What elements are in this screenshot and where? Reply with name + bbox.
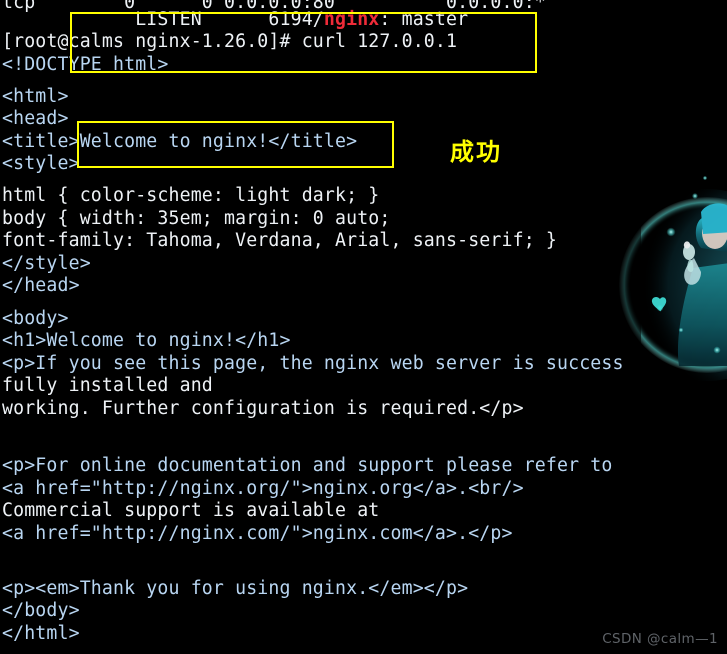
terminal-text-segment: html { color-scheme: light dark; } bbox=[2, 185, 380, 206]
terminal-line: <html> bbox=[2, 86, 69, 108]
terminal-text-segment: [root@calms nginx-1.26.0]# curl 127.0.0.… bbox=[2, 31, 458, 52]
terminal-text-segment: </html> bbox=[2, 623, 80, 644]
terminal-text-segment: </style> bbox=[2, 253, 91, 274]
terminal-line: [root@calms nginx-1.26.0]# curl 127.0.0.… bbox=[2, 31, 457, 53]
terminal-line: <style> bbox=[2, 153, 80, 175]
terminal-line: <p>If you see this page, the nginx web s… bbox=[2, 353, 624, 375]
terminal-text-segment: <p><em>Thank you for using nginx.</em></… bbox=[2, 578, 469, 599]
terminal-line: LISTEN 6194/nginx: master bbox=[2, 9, 468, 31]
terminal-line: working. Further configuration is requir… bbox=[2, 398, 524, 420]
terminal-text-segment: <a href="http://nginx.org/">nginx.org</a… bbox=[2, 478, 524, 499]
terminal-text-segment: </head> bbox=[2, 275, 80, 296]
terminal-text-segment: </body> bbox=[2, 600, 80, 621]
terminal-line: <p><em>Thank you for using nginx.</em></… bbox=[2, 578, 468, 600]
terminal-line: </html> bbox=[2, 623, 80, 645]
terminal-line: </head> bbox=[2, 275, 80, 297]
csdn-watermark: CSDN @calm—1 bbox=[602, 631, 718, 647]
terminal-line: font-family: Tahoma, Verdana, Arial, san… bbox=[2, 230, 557, 252]
terminal-line: </body> bbox=[2, 600, 80, 622]
terminal-text-segment: body { width: 35em; margin: 0 auto; bbox=[2, 208, 391, 229]
terminal-text-segment: <body> bbox=[2, 308, 69, 329]
terminal-line: fully installed and bbox=[2, 375, 213, 397]
terminal-text-segment: font-family: Tahoma, Verdana, Arial, san… bbox=[2, 230, 557, 251]
terminal-line: html { color-scheme: light dark; } bbox=[2, 185, 379, 207]
terminal-line: <a href="http://nginx.com/">nginx.com</a… bbox=[2, 523, 513, 545]
terminal-text-segment: <style> bbox=[2, 153, 80, 174]
terminal-text-segment: <h1>Welcome to nginx!</h1> bbox=[2, 330, 291, 351]
terminal-line: <title>Welcome to nginx!</title> bbox=[2, 131, 357, 153]
nginx-process-highlight: nginx bbox=[323, 9, 380, 30]
terminal-line: <a href="http://nginx.org/">nginx.org</a… bbox=[2, 478, 524, 500]
terminal-text-segment: <a href="http://nginx.com/">nginx.com</a… bbox=[2, 523, 513, 544]
terminal-line: body { width: 35em; margin: 0 auto; bbox=[2, 208, 391, 230]
terminal-output[interactable]: tcp 0 0 0.0.0.0:80 0.0.0.0:* LISTEN 6194… bbox=[0, 0, 727, 654]
terminal-text-segment: LISTEN 6194/ bbox=[2, 9, 324, 30]
terminal-line: <head> bbox=[2, 108, 69, 130]
terminal-text-segment: <html> bbox=[2, 86, 69, 107]
terminal-line: Commercial support is available at bbox=[2, 500, 379, 522]
terminal-text-segment: fully installed and bbox=[2, 375, 213, 396]
terminal-text-segment: <title>Welcome to nginx!</title> bbox=[2, 131, 358, 152]
terminal-line: <h1>Welcome to nginx!</h1> bbox=[2, 330, 291, 352]
terminal-window: tcp 0 0 0.0.0.0:80 0.0.0.0:* LISTEN 6194… bbox=[0, 0, 727, 654]
terminal-text-segment: <head> bbox=[2, 108, 69, 129]
terminal-text-segment: <p>For online documentation and support … bbox=[2, 455, 613, 476]
terminal-line: </style> bbox=[2, 253, 91, 275]
annotation-label-success: 成功 bbox=[450, 138, 502, 166]
terminal-text-segment: working. Further configuration is requir… bbox=[2, 398, 524, 419]
terminal-line: <body> bbox=[2, 308, 69, 330]
terminal-text-segment: : master bbox=[379, 9, 469, 30]
terminal-text-segment: <p>If you see this page, the nginx web s… bbox=[2, 353, 624, 374]
terminal-text-segment: Commercial support is available at bbox=[2, 500, 380, 521]
terminal-text-segment: <!DOCTYPE html> bbox=[2, 54, 169, 75]
terminal-line: <p>For online documentation and support … bbox=[2, 455, 613, 477]
terminal-line: <!DOCTYPE html> bbox=[2, 54, 169, 76]
